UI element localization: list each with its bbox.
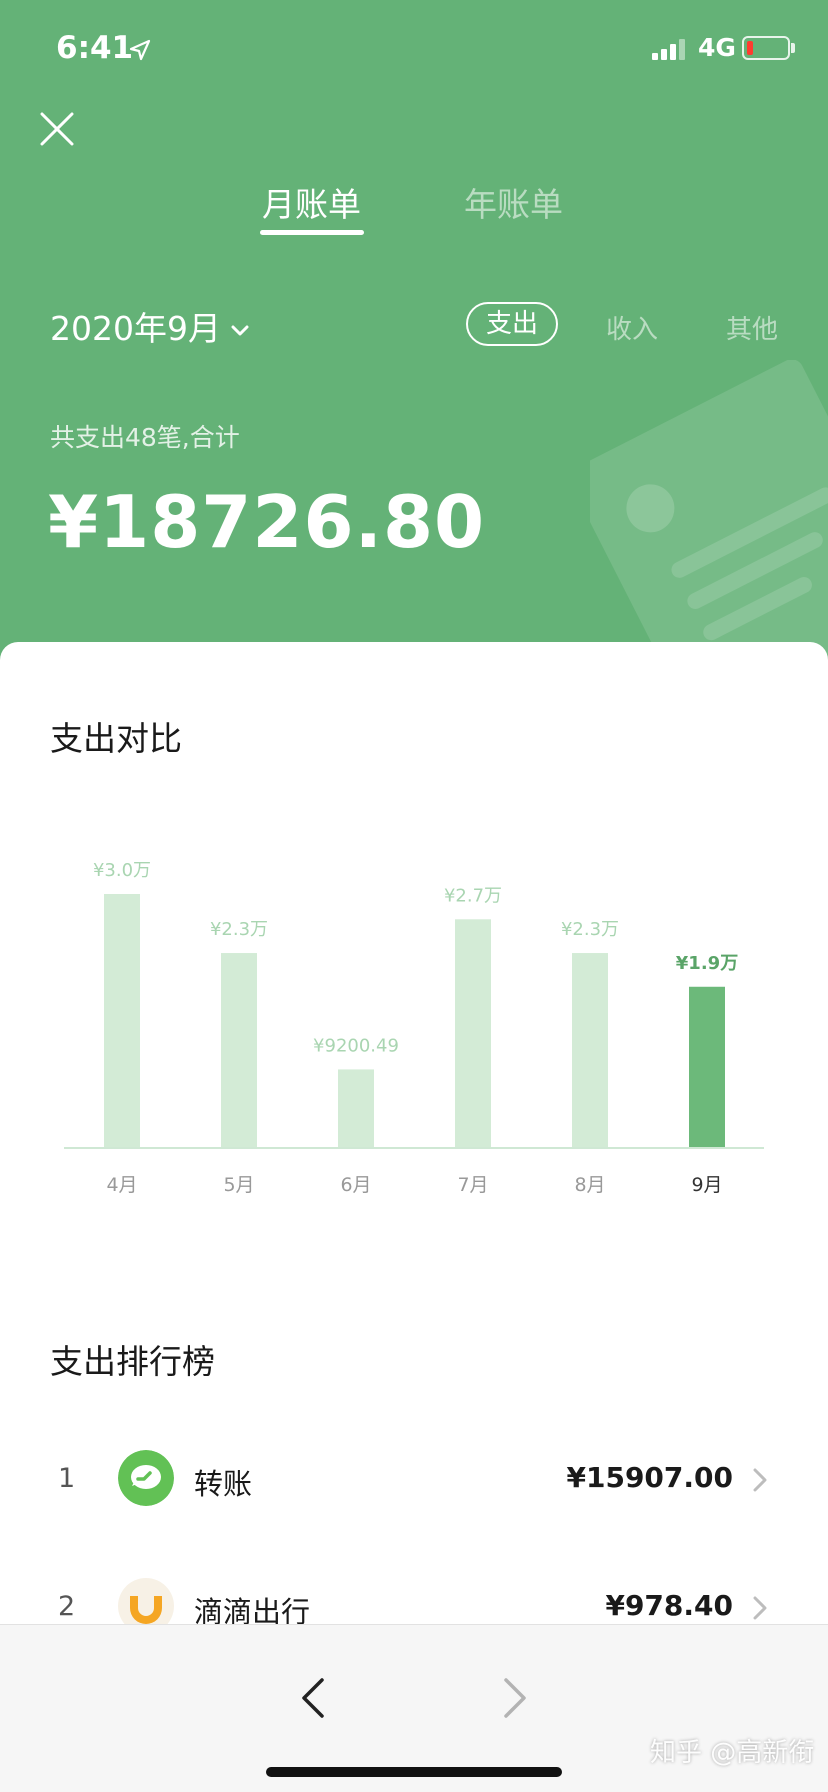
transfer-icon bbox=[118, 1450, 174, 1506]
location-arrow-icon bbox=[129, 39, 151, 61]
chevron-down-icon bbox=[231, 325, 249, 335]
status-time: 6:41 bbox=[56, 30, 134, 66]
watermark: 知乎 @高新衔 bbox=[650, 1738, 815, 1768]
home-indicator bbox=[266, 1767, 562, 1777]
tab-yearly[interactable]: 年账单 bbox=[464, 178, 563, 226]
network-type: 4G bbox=[698, 33, 736, 62]
chart-bar[interactable] bbox=[221, 953, 257, 1147]
ranking-title: 支出排行榜 bbox=[50, 1342, 215, 1381]
ranking-item-amount: ¥978.40 bbox=[605, 1589, 733, 1622]
tab-underline bbox=[260, 230, 364, 235]
ranking-item-name: 转账 bbox=[194, 1467, 253, 1501]
rank-number: 2 bbox=[58, 1591, 76, 1622]
chart-bar[interactable] bbox=[689, 986, 725, 1147]
chart-title: 支出对比 bbox=[50, 719, 182, 758]
chart-data-label: ¥9200.49 bbox=[313, 1035, 399, 1056]
chart-data-label: ¥3.0万 bbox=[93, 860, 151, 881]
summary-text: 共支出48笔,合计 bbox=[50, 423, 240, 452]
battery-level bbox=[747, 41, 753, 55]
expense-comparison-chart: ¥3.0万 4月 ¥2.3万 5月 ¥9200.49 6月 ¥2.7万 7月 ¥2.3万 8月 ¥1… bbox=[64, 860, 764, 1196]
chart-data-label: ¥2.7万 bbox=[444, 885, 502, 906]
chart-data-label: ¥2.3万 bbox=[210, 919, 268, 940]
chart-data-label: ¥1.9万 bbox=[676, 953, 738, 974]
filter-other-button[interactable]: 其他 bbox=[726, 309, 778, 346]
back-arrow-icon[interactable] bbox=[296, 1675, 330, 1721]
chart-bar[interactable] bbox=[338, 1069, 374, 1147]
chart-data-label: ¥2.3万 bbox=[561, 919, 619, 940]
close-icon[interactable] bbox=[36, 108, 78, 150]
chevron-right-icon bbox=[753, 1468, 767, 1492]
chart-bar[interactable] bbox=[455, 919, 491, 1147]
chart-x-tick-label: 4月 bbox=[106, 1174, 137, 1196]
month-label: 2020年9月 bbox=[50, 309, 221, 348]
ranking-row-transfer[interactable]: 1 转账 ¥15907.00 bbox=[0, 1435, 828, 1525]
chart-x-tick-label: 5月 bbox=[223, 1174, 254, 1196]
month-picker[interactable]: 2020年9月 bbox=[50, 302, 249, 350]
filter-expense-button[interactable]: 支出 bbox=[466, 302, 558, 346]
ranking-item-amount: ¥15907.00 bbox=[566, 1461, 734, 1494]
chart-bar[interactable] bbox=[572, 953, 608, 1147]
chevron-right-icon bbox=[753, 1596, 767, 1620]
battery-icon bbox=[742, 36, 790, 60]
rank-number: 1 bbox=[58, 1463, 76, 1494]
filter-income-button[interactable]: 收入 bbox=[606, 309, 658, 346]
forward-arrow-icon[interactable] bbox=[498, 1675, 532, 1721]
chart-bar[interactable] bbox=[104, 894, 140, 1147]
chart-x-tick-label: 7月 bbox=[457, 1174, 488, 1196]
header: 6:41 4G 月账单 年账单 2020年9月 支出 收入 其他 共支出48笔,… bbox=[0, 0, 828, 700]
battery-nub bbox=[791, 43, 795, 53]
tab-monthly[interactable]: 月账单 bbox=[262, 178, 361, 226]
status-bar: 6:41 4G bbox=[0, 0, 828, 100]
chart-x-tick-label: 8月 bbox=[574, 1174, 605, 1196]
chart-x-tick-label: 6月 bbox=[340, 1174, 371, 1196]
chart-x-tick-label: 9月 bbox=[691, 1174, 722, 1196]
signal-icon bbox=[652, 39, 685, 60]
total-amount: ¥18726.80 bbox=[48, 480, 486, 564]
